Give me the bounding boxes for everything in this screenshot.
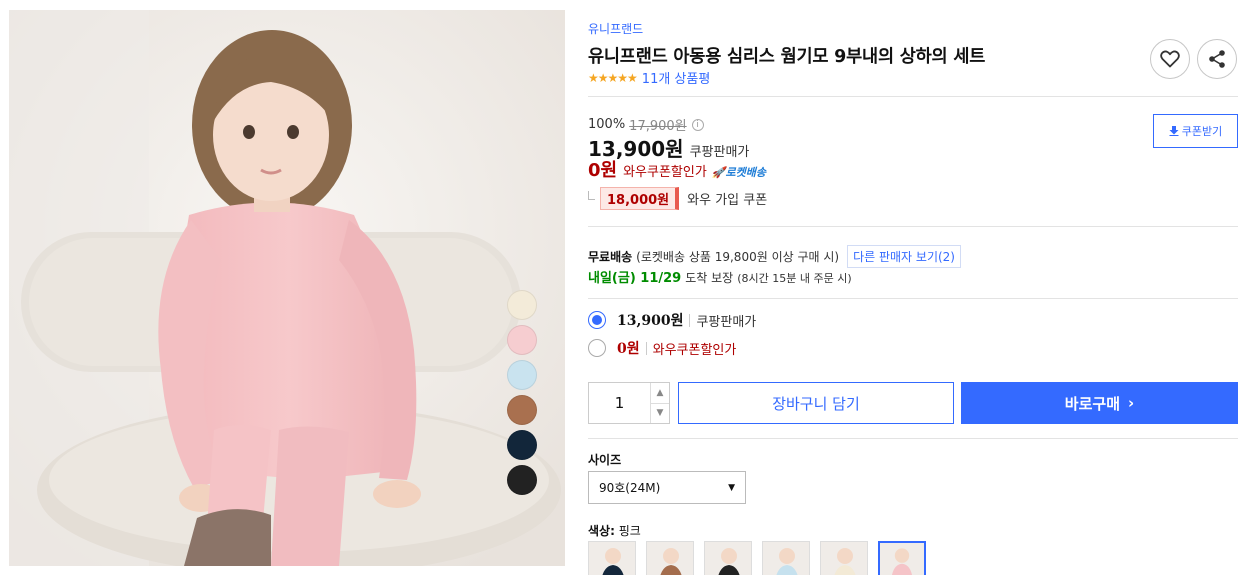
radio-button[interactable]	[588, 339, 606, 357]
share-button[interactable]	[1197, 39, 1237, 79]
quantity-arrows: ▲ ▼	[650, 383, 669, 423]
color-thumbnail-black[interactable]	[704, 541, 752, 575]
download-icon	[1169, 126, 1179, 136]
divider	[588, 298, 1238, 299]
option-label: 와우쿠폰할인가	[652, 342, 737, 358]
child-thumbnail-image	[718, 548, 740, 575]
option-price: 13,900원	[617, 313, 684, 329]
quantity-stepper: ▲ ▼	[588, 382, 670, 424]
swatch-navy[interactable]	[507, 430, 537, 460]
buy-now-label: 바로구매	[1064, 394, 1120, 413]
arrival-deadline: (8시간 15분 내 주문 시)	[737, 272, 852, 285]
coupon-amount-chip: 18,000원	[600, 187, 680, 210]
child-thumbnail-image	[660, 548, 682, 575]
other-sellers-button[interactable]: 다른 판매자 보기(2)	[847, 245, 961, 268]
divider	[588, 96, 1238, 97]
color-thumbnail-pink[interactable]	[878, 541, 926, 575]
caret-down-icon: ▼	[728, 482, 735, 493]
price-option-wow[interactable]: 0원 와우쿠폰할인가	[588, 338, 736, 358]
child-thumbnail-image	[776, 548, 798, 575]
rating-row: ★★★★★ 11개 상품평	[588, 68, 711, 88]
color-thumbnail-navy[interactable]	[588, 541, 636, 575]
child-photo-illustration	[9, 10, 565, 566]
child-thumbnail-image	[602, 548, 624, 575]
review-count-link[interactable]: 11개 상품평	[642, 68, 711, 87]
quantity-down-icon[interactable]: ▼	[651, 402, 669, 424]
brand-link[interactable]: 유니프랜드	[588, 20, 643, 37]
color-thumbnail-sky[interactable]	[762, 541, 810, 575]
arrival-date: 내일(금) 11/29	[588, 271, 682, 286]
swatch-black[interactable]	[507, 465, 537, 495]
size-dropdown[interactable]: 90호(24M) ▼	[588, 471, 746, 504]
swatch-pink[interactable]	[507, 325, 537, 355]
product-title: 유니프랜드 아동용 심리스 웜기모 9부내의 상하의 세트	[588, 47, 986, 67]
quantity-up-icon[interactable]: ▲	[651, 383, 669, 403]
info-icon[interactable]: i	[691, 118, 704, 131]
wow-price: 0원	[588, 160, 618, 181]
add-to-cart-button[interactable]: 장바구니 담기	[678, 382, 954, 424]
heart-icon	[1160, 50, 1180, 68]
quantity-input[interactable]	[589, 383, 650, 423]
option-price: 0원	[617, 341, 640, 357]
wow-price-row: 0원 와우쿠폰할인가 🚀로켓배송	[588, 156, 766, 182]
color-thumbnail-list	[588, 541, 936, 575]
elbow-connector	[588, 191, 595, 200]
rocket-delivery-badge: 🚀로켓배송	[711, 166, 767, 179]
shipping-row: 무료배송 (로켓배송 상품 19,800원 이상 구매 시) 다른 판매자 보기…	[588, 245, 961, 268]
price-option-sale[interactable]: 13,900원 쿠팡판매가	[588, 310, 756, 330]
buy-now-button[interactable]: 바로구매 ›	[961, 382, 1238, 424]
wow-price-label: 와우쿠폰할인가	[623, 165, 707, 180]
color-swatch-list	[507, 290, 539, 500]
arrival-guarantee: 도착 보장	[685, 271, 734, 285]
wishlist-button[interactable]	[1150, 39, 1190, 79]
color-label: 색상: 핑크	[588, 522, 641, 539]
coupon-label: 와우 가입 쿠폰	[687, 193, 768, 208]
child-thumbnail-image	[834, 548, 856, 575]
coupon-download-button[interactable]: 쿠폰받기	[1153, 114, 1238, 148]
size-selected-value: 90호(24M)	[599, 481, 661, 495]
child-thumbnail-image	[891, 548, 913, 575]
option-label: 쿠팡판매가	[696, 314, 757, 330]
free-shipping-label: 무료배송	[588, 250, 633, 264]
option-separator	[645, 341, 647, 355]
wow-coupon-row: 18,000원 와우 가입 쿠폰	[588, 187, 767, 210]
chevron-right-icon: ›	[1128, 394, 1135, 412]
color-label-prefix: 색상:	[588, 524, 615, 538]
swatch-sky[interactable]	[507, 360, 537, 390]
discount-row: 100% 17,900원 i	[588, 115, 704, 134]
rating-stars-icon: ★★★★★	[588, 70, 638, 85]
color-thumbnail-cream[interactable]	[820, 541, 868, 575]
product-info-panel: 유니프랜드 유니프랜드 아동용 심리스 웜기모 9부내의 상하의 세트 ★★★★…	[588, 0, 1238, 575]
size-label: 사이즈	[588, 453, 622, 467]
coupon-download-label: 쿠폰받기	[1181, 125, 1223, 138]
swatch-cream[interactable]	[507, 290, 537, 320]
shipping-condition: (로켓배송 상품 19,800원 이상 구매 시)	[636, 250, 840, 264]
add-to-cart-label: 장바구니 담기	[772, 394, 860, 413]
share-icon	[1209, 50, 1225, 68]
color-selected-value: 핑크	[618, 524, 641, 538]
discount-rate: 100%	[588, 117, 626, 132]
divider	[588, 226, 1238, 227]
option-separator	[689, 313, 691, 327]
color-thumbnail-brown[interactable]	[646, 541, 694, 575]
swatch-brown[interactable]	[507, 395, 537, 425]
original-price: 17,900원	[629, 119, 687, 134]
radio-button[interactable]	[588, 311, 606, 329]
divider	[588, 438, 1238, 439]
arrival-row: 내일(금) 11/29 도착 보장 (8시간 15분 내 주문 시)	[588, 267, 852, 286]
product-main-image	[9, 10, 565, 566]
